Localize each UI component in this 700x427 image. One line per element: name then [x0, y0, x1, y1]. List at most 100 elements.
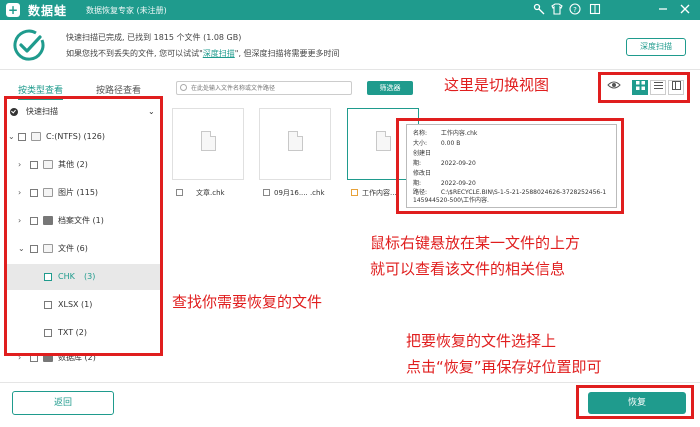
file-icon	[288, 131, 303, 151]
tshirt-icon[interactable]	[550, 3, 564, 17]
scan-status-panel: 快速扫描已完成, 已找到 1815 个文件 (1.08 GB) 如果您找不到丢失…	[0, 20, 700, 70]
bottom-bar: 返回 恢复	[0, 382, 700, 427]
app-logo-icon: +	[6, 3, 20, 17]
file-checkbox[interactable]	[176, 189, 183, 196]
close-icon[interactable]	[678, 3, 692, 17]
tooltip-name-key: 名称:	[413, 130, 428, 137]
chevron-right-icon[interactable]: ›	[18, 208, 26, 234]
tree-row-other[interactable]: › 其他 (2)	[4, 152, 162, 178]
tree-row-label: CHK	[58, 272, 75, 281]
image-icon	[43, 188, 53, 197]
tab-by-type[interactable]: 按类型查看	[18, 83, 64, 100]
deep-scan-hint: 如果您找不到丢失的文件, 您可以试试"深度扫描", 但深度扫描将需要更多时间	[66, 48, 340, 59]
tree-row-count: (3)	[84, 272, 96, 281]
tab-by-path[interactable]: 按路径查看	[96, 83, 141, 96]
checked-circle-icon	[10, 108, 18, 116]
file-name: 工作内容....	[362, 189, 399, 197]
quick-scan-header[interactable]: 快速扫描 ⌄	[4, 102, 162, 122]
search-input[interactable]	[191, 83, 349, 93]
minimize-icon[interactable]	[656, 3, 670, 17]
eye-icon[interactable]	[606, 80, 622, 95]
tooltip-path-key: 路径:	[413, 189, 428, 196]
tree-row-drive[interactable]: ⌄ C:(NTFS) (126)	[4, 124, 162, 150]
folder-icon	[43, 160, 53, 169]
recover-button[interactable]: 恢复	[588, 392, 686, 414]
drive-icon	[31, 132, 41, 141]
document-icon	[43, 244, 53, 253]
tree-row-label: TXT (2)	[58, 328, 87, 337]
deep-scan-link[interactable]: 深度扫描	[203, 49, 235, 58]
view-switcher	[604, 79, 686, 97]
tree-row-label: 其他 (2)	[58, 160, 88, 169]
tooltip-modified-value: 2022-09-20	[440, 180, 476, 187]
chevron-down-icon[interactable]: ⌄	[8, 124, 16, 150]
tree-row-label: C:(NTFS) (126)	[46, 132, 105, 141]
tree-checkbox[interactable]	[30, 189, 38, 197]
tree-checkbox[interactable]	[44, 301, 52, 309]
file-icon	[201, 131, 216, 151]
tree-row-label: 文件 (6)	[58, 244, 88, 253]
chevron-right-icon[interactable]: ›	[18, 152, 26, 178]
app-name: 数据蛙	[28, 4, 68, 18]
drive-checkbox[interactable]	[18, 133, 26, 141]
deep-scan-hint-prefix: 如果您找不到丢失的文件, 您可以试试"	[66, 49, 203, 58]
annotation-hover-line2: 就可以查看该文件的相关信息	[370, 260, 566, 278]
file-card[interactable]	[259, 108, 331, 180]
file-icon	[376, 131, 391, 151]
deep-scan-button[interactable]: 深度扫描	[626, 38, 686, 56]
tree-checkbox[interactable]	[30, 161, 38, 169]
chevron-right-icon[interactable]: ›	[18, 348, 26, 368]
grid-view-icon[interactable]	[632, 80, 648, 95]
help-icon[interactable]: ?	[568, 3, 582, 17]
app-subtitle: 数据恢复专家 (未注册)	[86, 6, 167, 15]
back-button[interactable]: 返回	[12, 391, 114, 415]
tree-row-label: XLSX (1)	[58, 300, 93, 309]
chevron-down-icon: ⌄	[148, 107, 155, 116]
tree-checkbox[interactable]	[44, 329, 52, 337]
file-tree: 快速扫描 ⌄ ⌄ C:(NTFS) (126) › 其他 (2) › 图片 (1…	[4, 102, 162, 362]
file-browser: 筛选器 文章.chk 09月16.... .chk 工作内容....	[168, 78, 700, 356]
tree-checkbox[interactable]	[30, 354, 38, 362]
chevron-down-icon[interactable]: ⌄	[18, 236, 26, 262]
database-icon	[43, 353, 53, 362]
file-name: 09月16.... .chk	[274, 189, 325, 197]
tree-checkbox[interactable]	[30, 217, 38, 225]
search-icon	[180, 84, 187, 91]
bookmark-icon[interactable]	[588, 3, 602, 17]
deep-scan-hint-suffix: ", 但深度扫描将需要更多时间	[234, 49, 340, 58]
sidebar: 按类型查看 按路径查看 快速扫描 ⌄ ⌄ C:(NTFS) (126) › 其他…	[0, 78, 162, 362]
tooltip-name-value: 工作内容.chk	[440, 130, 478, 137]
annotation-hover-line1: 鼠标右键悬放在某一文件的上方	[370, 234, 581, 252]
chevron-right-icon[interactable]: ›	[18, 180, 26, 206]
annotation-find-files: 查找你需要恢复的文件	[172, 293, 323, 311]
tree-row-database[interactable]: › 数据库 (2)	[4, 348, 162, 368]
tree-checkbox[interactable]	[30, 245, 38, 253]
tree-checkbox[interactable]	[44, 273, 52, 281]
tree-row-xlsx[interactable]: XLSX (1)	[4, 292, 162, 318]
tooltip-modified-key: 修改日期:	[413, 170, 432, 187]
tree-row-chk[interactable]: CHK (3)	[4, 264, 162, 290]
title-bar: + 数据蛙 数据恢复专家 (未注册) ?	[0, 0, 700, 20]
annotation-select-line1: 把要恢复的文件选择上	[406, 332, 557, 350]
file-checkbox[interactable]	[263, 189, 270, 196]
tree-row-images[interactable]: › 图片 (115)	[4, 180, 162, 206]
file-card[interactable]	[172, 108, 244, 180]
tree-row-archives[interactable]: › 档案文件 (1)	[4, 208, 162, 234]
tree-row-txt[interactable]: TXT (2)	[4, 320, 162, 346]
list-view-icon[interactable]	[650, 80, 666, 95]
file-checkbox[interactable]	[351, 189, 358, 196]
tooltip-path-value: C:\$RECYCLE.BIN\S-1-5-21-2588024626-3728…	[413, 189, 607, 204]
tooltip-created-key: 创建日期:	[413, 150, 432, 167]
tooltip-size-value: 0.00 B	[440, 140, 461, 147]
tree-row-label: 档案文件 (1)	[58, 216, 104, 225]
file-name: 文章.chk	[196, 189, 225, 197]
detail-view-icon[interactable]	[668, 80, 684, 95]
file-info-tooltip: 名称: 工作内容.chk 大小: 0.00 B 创建日期: 2022-09-20…	[406, 124, 617, 208]
tooltip-size-key: 大小:	[413, 140, 428, 147]
view-mode-tabs: 按类型查看 按路径查看	[0, 78, 162, 100]
key-icon[interactable]	[532, 3, 546, 17]
filter-button[interactable]: 筛选器	[367, 81, 413, 95]
tree-row-documents[interactable]: ⌄ 文件 (6)	[4, 236, 162, 262]
search-box[interactable]	[176, 81, 352, 95]
annotation-select-line2: 点击“恢复”再保存好位置即可	[406, 358, 602, 376]
